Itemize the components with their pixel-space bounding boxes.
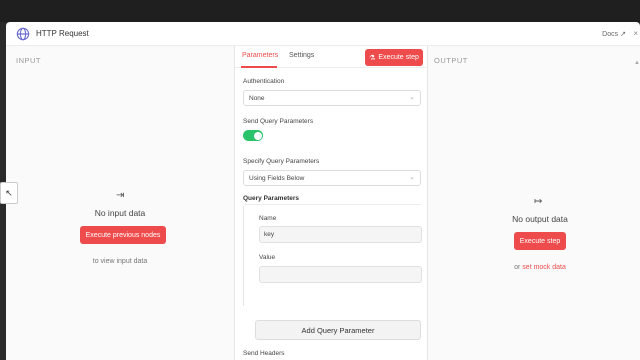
value-label: Value: [259, 254, 276, 261]
tab-parameters[interactable]: Parameters: [242, 52, 278, 59]
specify-query-select[interactable]: Using Fields Below ⌄: [243, 170, 421, 186]
flask-icon: ⚗: [369, 54, 376, 62]
tab-settings[interactable]: Settings: [289, 52, 314, 59]
input-hint: to view input data: [92, 258, 148, 265]
send-query-toggle[interactable]: [243, 130, 263, 141]
close-icon[interactable]: ×: [633, 29, 638, 38]
arrow-from-left-icon: ↦: [534, 196, 543, 207]
output-panel-label: OUTPUT: [434, 56, 468, 65]
value-input[interactable]: [259, 266, 422, 283]
authentication-label: Authentication: [243, 78, 285, 85]
specify-query-value: Using Fields Below: [249, 174, 305, 182]
name-label: Name: [259, 215, 277, 222]
name-input[interactable]: key: [259, 226, 422, 243]
external-link-icon: ↗: [620, 31, 626, 38]
execute-step-label: Execute step: [378, 54, 419, 61]
output-panel: OUTPUT ↦ No output data Execute step or …: [428, 46, 640, 360]
panel-tabs: Parameters Settings ⚗ Execute step: [235, 46, 429, 68]
chevron-down-icon: ⌄: [409, 94, 415, 101]
query-parameters-label: Query Parameters: [243, 195, 300, 202]
parameters-panel: Parameters Settings ⚗ Execute step Authe…: [234, 46, 429, 360]
authentication-select[interactable]: None ⌄: [243, 90, 421, 106]
docs-link[interactable]: Docs ↗: [602, 30, 626, 39]
add-query-parameter-button[interactable]: Add Query Parameter: [255, 320, 421, 340]
set-mock-data-link[interactable]: set mock data: [522, 264, 566, 271]
scroll-indicator-icon: ▲: [634, 60, 640, 66]
execute-previous-nodes-button[interactable]: Execute previous nodes: [80, 226, 166, 244]
divider: [243, 204, 421, 205]
node-title: HTTP Request: [36, 29, 89, 38]
modal-header: HTTP Request Docs ↗ ×: [6, 22, 640, 46]
authentication-value: None: [249, 94, 265, 102]
output-execute-step-button[interactable]: Execute step: [514, 232, 566, 250]
send-headers-label: Send Headers: [243, 350, 285, 357]
send-query-label: Send Query Parameters: [243, 118, 314, 125]
input-panel-label: INPUT: [16, 56, 41, 65]
active-tab-indicator: [241, 66, 277, 68]
toggle-knob: [254, 131, 262, 140]
no-output-title: No output data: [512, 214, 568, 224]
execute-step-button[interactable]: ⚗ Execute step: [365, 49, 423, 66]
chevron-down-icon: ⌄: [409, 174, 415, 181]
docs-label: Docs: [602, 30, 619, 38]
globe-icon: [16, 27, 30, 40]
input-panel: INPUT ⇥ No input data Execute previous n…: [6, 46, 234, 360]
node-details-modal: HTTP Request Docs ↗ × INPUT ⇥ No input d…: [6, 22, 640, 360]
output-hint-prefix: or: [514, 264, 521, 271]
output-hint: or set mock data: [490, 264, 590, 271]
cursor-icon: ↖: [0, 182, 18, 204]
no-input-title: No input data: [94, 208, 146, 218]
specify-query-label: Specify Query Parameters: [243, 158, 320, 165]
app-top-bar: [0, 0, 640, 22]
query-parameter-item: Name key Value: [243, 206, 429, 306]
arrow-to-right-icon: ⇥: [116, 190, 125, 201]
